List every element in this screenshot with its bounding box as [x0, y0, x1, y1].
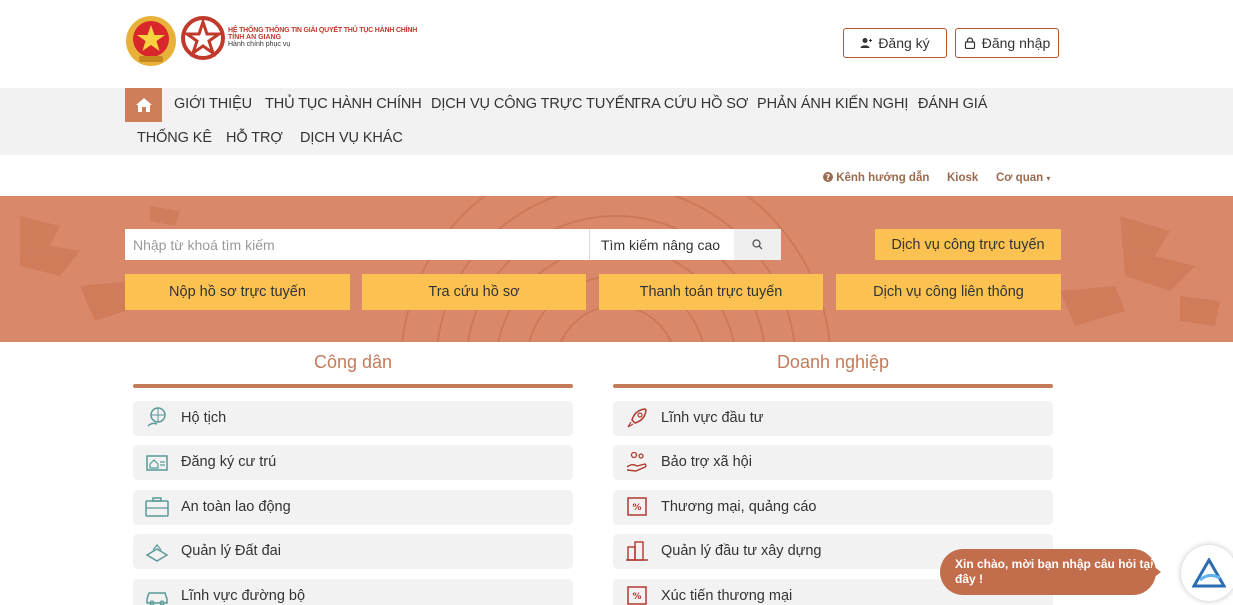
advanced-search-button[interactable]: Tìm kiếm nâng cao	[589, 229, 734, 260]
guide-label: Kênh hướng dẫn	[836, 172, 930, 184]
citizen-item-label: Lĩnh vực đường bộ	[181, 588, 306, 604]
citizen-item-labor-safety[interactable]: An toàn lao động	[133, 490, 573, 525]
kiosk-link[interactable]: Kiosk	[947, 172, 978, 184]
buildings-icon	[626, 541, 648, 561]
citizen-item-label: An toàn lao động	[181, 499, 291, 515]
svg-text:?: ?	[826, 173, 831, 182]
lock-icon	[964, 37, 975, 49]
nav-item-online-services[interactable]: DỊCH VỤ CÔNG TRỰC TUYẾN	[431, 96, 635, 112]
svg-text:%: %	[632, 503, 641, 513]
business-item-label: Quản lý đầu tư xây dựng	[661, 543, 822, 559]
citizen-item-civil-status[interactable]: Hộ tịch	[133, 401, 573, 436]
business-item-investment[interactable]: Lĩnh vực đầu tư	[613, 401, 1053, 436]
hero-banner: Nhập từ khoá tìm kiếm Tìm kiếm nâng cao …	[0, 196, 1233, 342]
agency-label: Cơ quan	[996, 172, 1044, 184]
chat-prompt-bubble[interactable]: Xin chào, mời bạn nhập câu hỏi tại đây !	[940, 549, 1156, 595]
svg-text:%: %	[632, 592, 641, 602]
citizen-item-label: Đăng ký cư trú	[181, 454, 277, 470]
chatbot-button[interactable]	[1181, 545, 1233, 601]
brand-text: HỆ THỐNG THÔNG TIN GIẢI QUYẾT THỦ TỤC HÀ…	[228, 27, 428, 48]
brand-slogan: Hành chính phục vụ	[228, 41, 291, 48]
search-input[interactable]: Nhập từ khoá tìm kiếm	[125, 229, 589, 260]
question-circle-icon: ?	[823, 172, 833, 182]
nav-item-rating[interactable]: ĐÁNH GIÁ	[918, 96, 987, 112]
register-button[interactable]: Đăng ký	[843, 28, 947, 58]
business-item-label: Thương mại, quảng cáo	[661, 499, 817, 515]
citizen-item-land[interactable]: Quản lý Đất đai	[133, 534, 573, 569]
register-label: Đăng ký	[878, 35, 930, 51]
hand-people-icon	[626, 451, 647, 472]
national-emblem-icon	[126, 16, 176, 66]
business-item-label: Bảo trợ xã hội	[661, 454, 752, 470]
search-button[interactable]	[734, 229, 781, 260]
login-button[interactable]: Đăng nhập	[955, 28, 1059, 58]
agency-dropdown[interactable]: Cơ quan ▾	[996, 172, 1050, 184]
nav-item-support[interactable]: HỖ TRỢ	[226, 130, 283, 146]
drum-pattern-decoration	[20, 196, 1220, 342]
business-item-social-protection[interactable]: Bảo trợ xã hội	[613, 445, 1053, 480]
nav-item-procedures[interactable]: THỦ TỤC HÀNH CHÍNH	[265, 96, 422, 112]
nav-item-about[interactable]: GIỚI THIỆU	[174, 96, 252, 112]
user-plus-icon	[860, 38, 873, 48]
interlinked-service-button[interactable]: Dịch vụ công liên thông	[836, 274, 1061, 310]
nav-item-feedback[interactable]: PHẢN ÁNH KIẾN NGHỊ	[757, 96, 908, 112]
nav-item-other-services[interactable]: DỊCH VỤ KHÁC	[300, 130, 403, 146]
business-item-label: Lĩnh vực đầu tư	[661, 410, 764, 426]
guide-link[interactable]: ? Kênh hướng dẫn	[823, 172, 929, 184]
house-id-icon	[146, 455, 168, 471]
main-nav: GIỚI THIỆU THỦ TỤC HÀNH CHÍNH DỊCH VỤ CÔ…	[0, 88, 1233, 155]
caret-down-icon: ▾	[1046, 174, 1051, 183]
business-item-label: Xúc tiến thương mại	[661, 588, 793, 604]
nav-item-statistics[interactable]: THỐNG KÊ	[137, 130, 212, 146]
briefcase-icon	[145, 497, 169, 517]
land-icon	[145, 544, 169, 562]
online-service-button[interactable]: Dịch vụ công trực tuyến	[875, 229, 1061, 260]
citizen-section-title[interactable]: Công dân	[133, 352, 573, 373]
citizen-divider	[133, 384, 573, 388]
globe-hand-icon	[147, 407, 166, 427]
chat-bubble-tail	[1152, 565, 1161, 579]
home-icon	[135, 98, 152, 112]
nav-item-lookup[interactable]: TRA CỨU HỒ SƠ	[632, 96, 748, 112]
business-divider	[613, 384, 1053, 388]
car-icon	[146, 592, 168, 605]
search-icon	[752, 239, 763, 250]
brand-title: HỆ THỐNG THÔNG TIN GIẢI QUYẾT THỦ TỤC HÀ…	[228, 27, 418, 34]
citizen-item-label: Hộ tịch	[181, 410, 227, 426]
site-header: HỆ THỐNG THÔNG TIN GIẢI QUYẾT THỦ TỤC HÀ…	[0, 0, 1233, 88]
percent-board-icon: %	[627, 586, 647, 605]
business-item-trade[interactable]: % Thương mại, quảng cáo	[613, 490, 1053, 525]
citizen-item-roads[interactable]: Lĩnh vực đường bộ	[133, 579, 573, 605]
citizen-item-residence[interactable]: Đăng ký cư trú	[133, 445, 573, 480]
citizen-item-label: Quản lý Đất đai	[181, 543, 281, 559]
online-payment-button[interactable]: Thanh toán trực tuyến	[599, 274, 823, 310]
percent-board-icon: %	[627, 497, 647, 516]
submit-online-button[interactable]: Nộp hồ sơ trực tuyến	[125, 274, 350, 310]
brand-logo-icon	[181, 16, 225, 60]
rocket-icon	[627, 408, 647, 428]
lookup-records-button[interactable]: Tra cứu hồ sơ	[362, 274, 586, 310]
business-section-title[interactable]: Doanh nghiệp	[613, 352, 1053, 373]
home-button[interactable]	[125, 88, 162, 122]
brand-province: TỈNH AN GIANG	[228, 34, 282, 41]
login-label: Đăng nhập	[981, 35, 1051, 51]
chatbot-logo-icon	[1192, 558, 1226, 588]
